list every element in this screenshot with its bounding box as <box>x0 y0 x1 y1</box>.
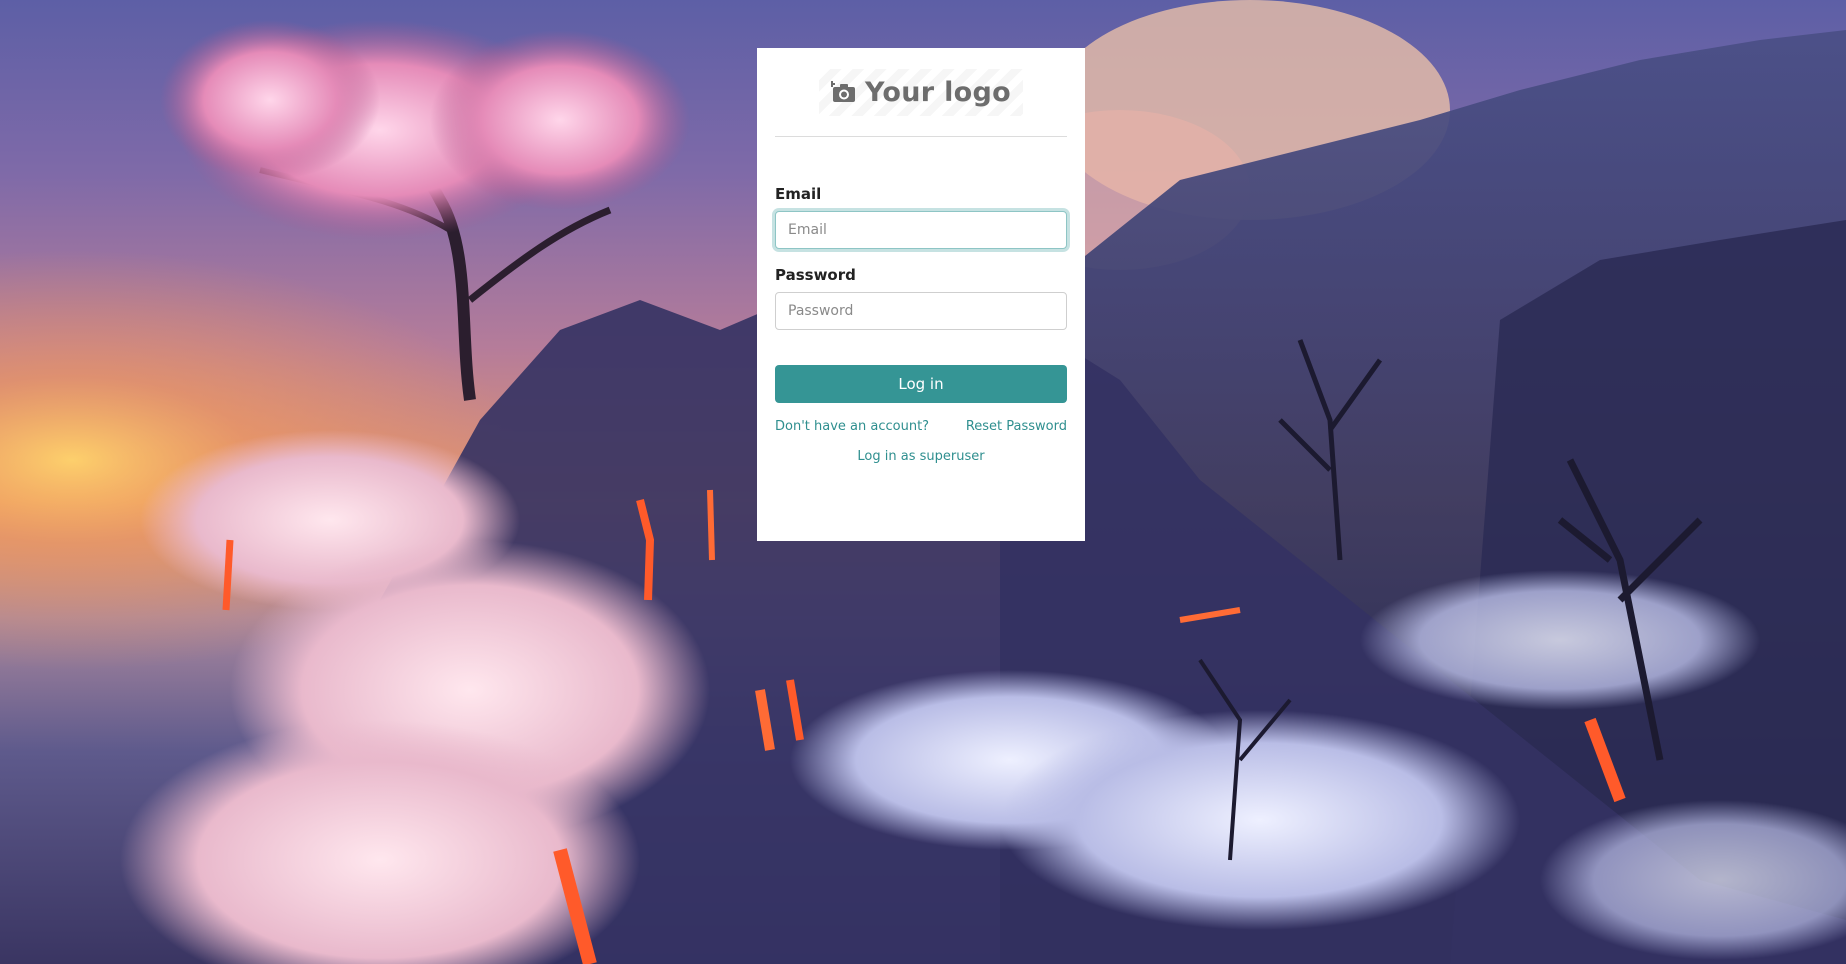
superuser-login-link[interactable]: Log in as superuser <box>857 449 984 464</box>
divider <box>775 136 1067 137</box>
camera-icon <box>831 81 857 103</box>
email-label: Email <box>775 185 822 203</box>
email-input[interactable] <box>775 211 1067 249</box>
login-button[interactable]: Log in <box>775 365 1067 403</box>
login-card: Your logo Email Password Log in Don't ha… <box>757 48 1085 541</box>
password-input[interactable] <box>775 292 1067 330</box>
superuser-row: Log in as superuser <box>775 445 1067 464</box>
logo-text: Your logo <box>865 76 1011 108</box>
signup-link[interactable]: Don't have an account? <box>775 419 929 434</box>
password-label: Password <box>775 266 856 284</box>
reset-password-link[interactable]: Reset Password <box>966 419 1067 434</box>
links-row: Don't have an account? Reset Password <box>775 419 1067 434</box>
logo-area: Your logo <box>775 48 1067 136</box>
logo[interactable]: Your logo <box>819 68 1023 116</box>
